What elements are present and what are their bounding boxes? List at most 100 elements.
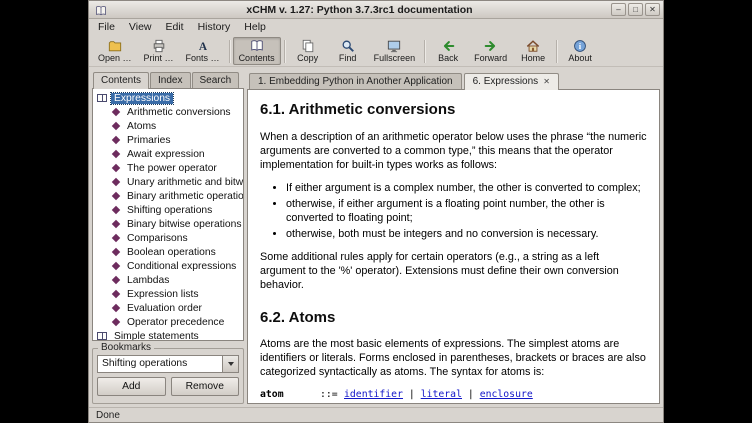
chevron-down-icon	[228, 362, 234, 366]
toolbar-forward-button[interactable]: Forward	[468, 37, 513, 65]
doc-tab-2[interactable]: 6. Expressions ✕	[464, 73, 559, 90]
diamond-icon	[112, 262, 120, 270]
main-area: ContentsIndexSearch Expressions Arithmeti…	[89, 67, 663, 407]
tree-item-label: Await expression	[124, 149, 208, 160]
tree-item[interactable]: Lambdas	[93, 273, 243, 287]
diamond-icon	[112, 290, 120, 298]
close-button[interactable]: ✕	[645, 3, 660, 16]
list-item: otherwise, if either argument is a float…	[286, 197, 647, 225]
tree-item-label: Boolean operations	[124, 247, 219, 258]
tree-item[interactable]: Simple statements	[93, 329, 243, 341]
tree-item[interactable]: Expression lists	[93, 287, 243, 301]
toolbar-button-label: Find	[339, 53, 357, 63]
tree-item[interactable]: Binary arithmetic operations	[93, 189, 243, 203]
grammar-op: ::=	[320, 388, 344, 401]
contents-tree: Expressions Arithmetic conversionsAtoms Pr…	[92, 88, 244, 341]
fullscreen-icon	[387, 39, 401, 53]
heading-atoms: 6.2. Atoms	[260, 308, 647, 328]
grammar-link-identifier[interactable]: identifier	[344, 389, 403, 400]
tree-item[interactable]: Evaluation order	[93, 301, 243, 315]
menu-help[interactable]: Help	[237, 19, 273, 36]
toolbar-button-label: Forward	[474, 53, 507, 63]
grammar-link-set_display[interactable]: set_display	[609, 403, 647, 404]
tree-item-label: Lambdas	[124, 275, 172, 286]
copy-icon	[301, 39, 315, 53]
sidebar-tab-index[interactable]: Index	[150, 72, 190, 88]
back-icon	[441, 39, 455, 53]
svg-text:A: A	[198, 41, 207, 53]
remove-bookmark-button[interactable]: Remove	[171, 377, 240, 396]
app-icon	[95, 4, 107, 16]
tree-item[interactable]: Primaries	[93, 133, 243, 147]
toolbar-copy-button[interactable]: Copy	[288, 37, 328, 65]
paragraph-atoms: Atoms are the most basic elements of exp…	[260, 337, 647, 379]
add-bookmark-button[interactable]: Add	[97, 377, 166, 396]
paragraph-arithmetic: When a description of an arithmetic oper…	[260, 130, 647, 172]
menu-history[interactable]: History	[191, 19, 238, 36]
grammar-link-literal[interactable]: literal	[421, 389, 462, 400]
tree-item-label: Binary arithmetic operations	[124, 191, 243, 202]
toolbar-back-button[interactable]: Back	[428, 37, 468, 65]
open-icon	[108, 39, 122, 53]
bookmarks-combo[interactable]: Shifting operations	[97, 355, 239, 373]
toolbar-about-button[interactable]: iAbout	[560, 37, 600, 65]
tree-item[interactable]: Binary bitwise operations	[93, 217, 243, 231]
grammar-rule-name: enclosure	[260, 402, 320, 404]
toolbar-contents-button[interactable]: Contents	[233, 37, 281, 65]
doc-tab-1[interactable]: 1. Embedding Python in Another Applicati…	[249, 73, 462, 89]
close-tab-icon[interactable]: ✕	[543, 77, 550, 86]
tree-item-label: Arithmetic conversions	[124, 107, 234, 118]
toolbar-print-button[interactable]: Print …	[138, 37, 180, 65]
grammar-link-list_display[interactable]: list_display	[432, 403, 503, 404]
menu-view[interactable]: View	[122, 19, 159, 36]
tree-item-label: Expressions	[111, 93, 173, 104]
tree-item[interactable]: Unary arithmetic and bitwise operations	[93, 175, 243, 189]
tree-item[interactable]: Expressions	[93, 91, 243, 105]
about-icon: i	[573, 39, 587, 53]
tree-item[interactable]: Await expression	[93, 147, 243, 161]
grammar-link-parenth_form[interactable]: parenth_form	[344, 403, 415, 404]
sidebar-tab-contents[interactable]: Contents	[93, 72, 149, 89]
menu-file[interactable]: File	[91, 19, 122, 36]
tree-item[interactable]: The power operator	[93, 161, 243, 175]
toolbar-find-button[interactable]: Find	[328, 37, 368, 65]
tree-item-label: Binary bitwise operations	[124, 219, 243, 230]
tree-item-label: Evaluation order	[124, 303, 205, 314]
diamond-icon	[112, 192, 120, 200]
tree-item[interactable]: Atoms	[93, 119, 243, 133]
diamond-icon	[112, 136, 120, 144]
tree-item[interactable]: Conditional expressions	[93, 259, 243, 273]
diamond-icon	[112, 234, 120, 242]
doc-tab-label: 6. Expressions	[473, 76, 539, 87]
diamond-icon	[112, 304, 120, 312]
tree-item[interactable]: Arithmetic conversions	[93, 105, 243, 119]
toolbar-open-button[interactable]: Open …	[92, 37, 138, 65]
grammar-rule-name: atom	[260, 388, 320, 401]
toolbar-fullscreen-button[interactable]: Fullscreen	[368, 37, 422, 65]
maximize-button[interactable]: □	[628, 3, 643, 16]
screen: xCHM v. 1.27: Python 3.7.3rc1 documentat…	[0, 0, 752, 423]
sidebar-tab-search[interactable]: Search	[192, 72, 240, 88]
toolbar-button-label: Copy	[297, 53, 318, 63]
tree-item[interactable]: Comparisons	[93, 231, 243, 245]
tree-item[interactable]: Shifting operations	[93, 203, 243, 217]
tree-item-label: Expression lists	[124, 289, 202, 300]
tree-item-label: Unary arithmetic and bitwise operations	[124, 177, 243, 188]
toolbar-separator	[284, 40, 285, 63]
menu-edit[interactable]: Edit	[159, 19, 191, 36]
toolbar-home-button[interactable]: Home	[513, 37, 553, 65]
doc-panel: 6.1. Arithmetic conversions When a descr…	[247, 89, 660, 404]
minimize-button[interactable]: –	[611, 3, 626, 16]
sidebar-tabs: ContentsIndexSearch	[92, 70, 244, 88]
tree-item[interactable]: Operator precedence	[93, 315, 243, 329]
tree-item[interactable]: Boolean operations	[93, 245, 243, 259]
toolbar-button-label: Back	[438, 53, 458, 63]
diamond-icon	[112, 318, 120, 326]
grammar-link-enclosure[interactable]: enclosure	[480, 389, 533, 400]
toolbar-button-label: Print …	[144, 53, 174, 63]
grammar-link-dict_display[interactable]: dict_display	[521, 403, 592, 404]
grammar-definition: parenth_form | list_display | dict_displ…	[344, 402, 647, 404]
tree-item-label: Primaries	[124, 135, 173, 146]
bookmarks-dropdown-button[interactable]	[222, 355, 239, 373]
toolbar-fonts-button[interactable]: AFonts …	[180, 37, 226, 65]
